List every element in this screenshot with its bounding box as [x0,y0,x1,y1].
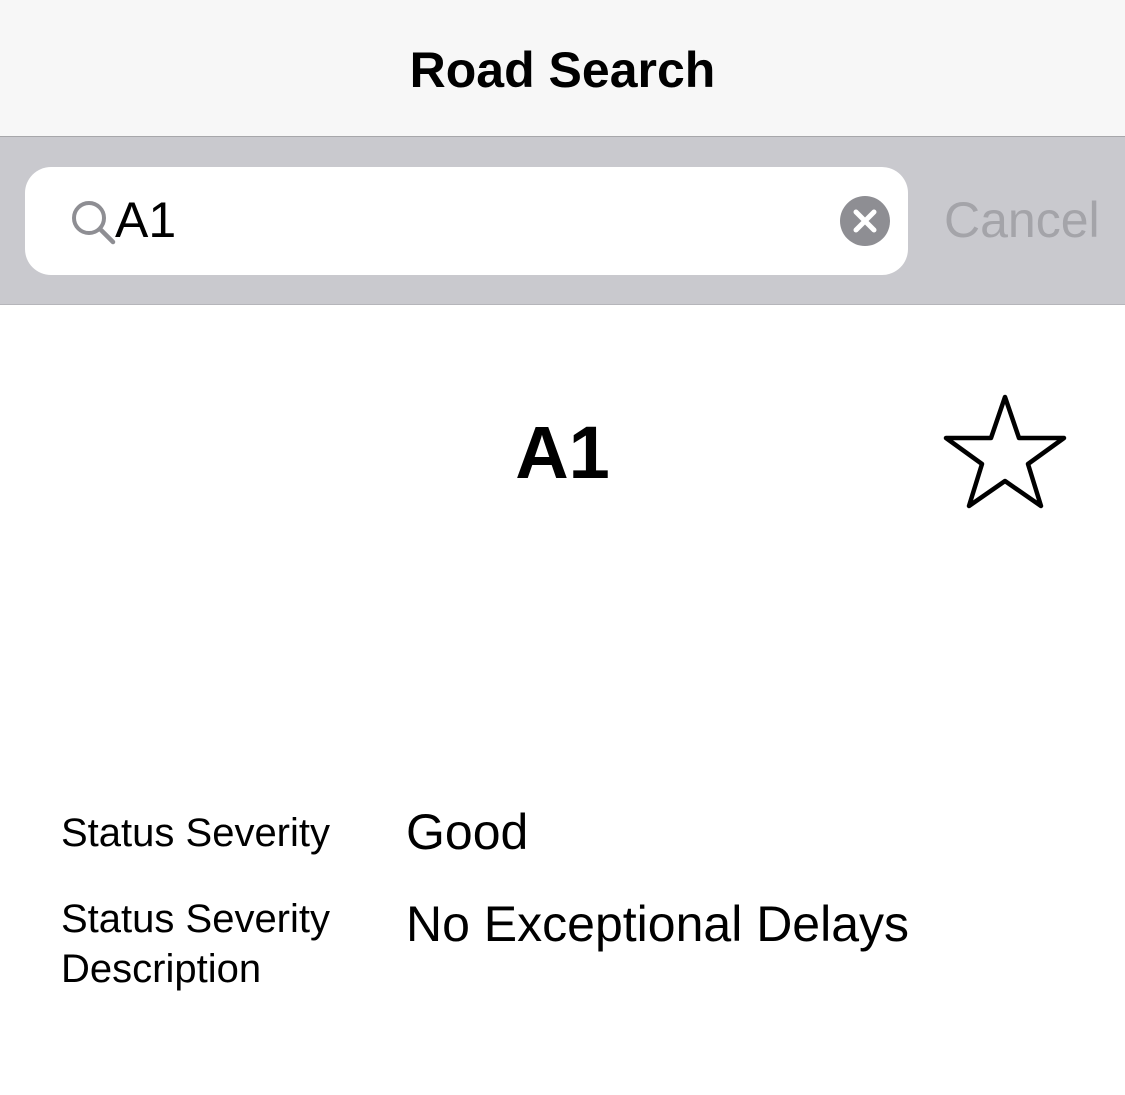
search-field[interactable] [25,167,908,275]
page-title: Road Search [409,42,716,98]
status-description-value: No Exceptional Delays [406,896,910,952]
favorite-button[interactable] [940,392,1070,514]
search-input[interactable] [115,185,815,255]
star-outline-icon [943,394,1067,509]
status-description-label-line2: Description [61,947,262,991]
clear-circle-icon [853,209,877,233]
status-description-label-line1: Status Severity [61,897,331,941]
navigation-bar: Road Search [0,0,1125,137]
status-severity-value: Good [406,804,529,860]
status-severity-label: Status Severity [61,811,331,855]
search-icon [72,201,116,245]
cancel-button[interactable]: Cancel [944,190,1100,250]
road-search-screen: Road Search Cancel A1 Status Severity Go… [0,0,1125,1095]
clear-search-button[interactable] [840,196,890,246]
